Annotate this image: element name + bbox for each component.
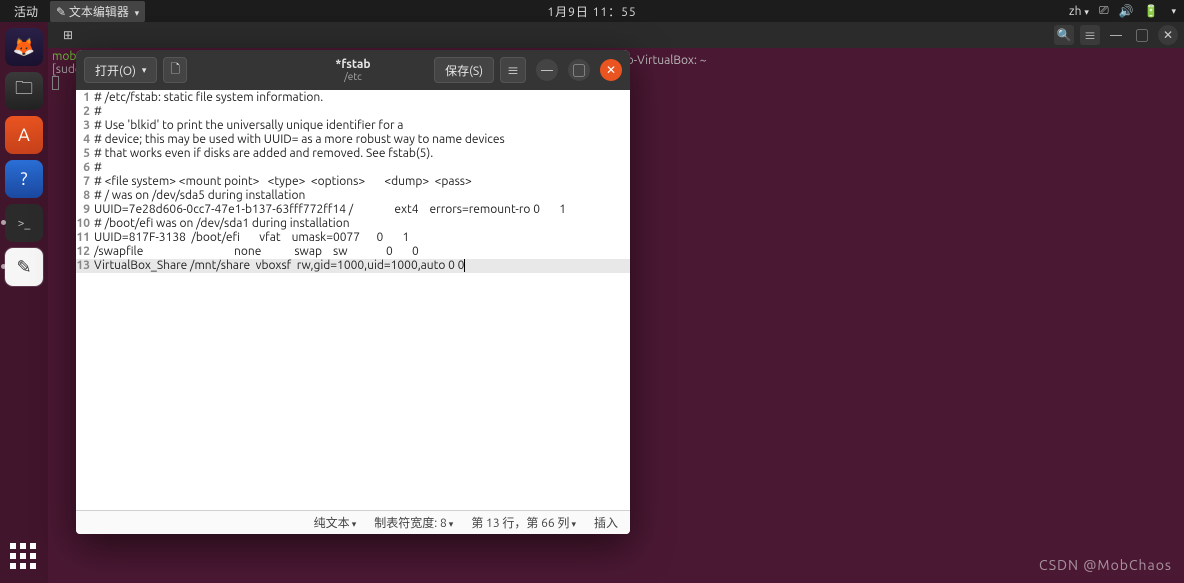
line-text: # <file system> <mount point> <type> <op… — [94, 175, 630, 189]
line-text: UUID=7e28d606-0cc7-47e1-b137-63fff772ff1… — [94, 203, 630, 217]
gedit-headerbar: 打开(O) ▾ 🗋 *fstab /etc 保存(S) ≡ — ▢ ✕ — [76, 50, 630, 90]
minimize-button[interactable]: — — [1106, 25, 1126, 45]
editor-line[interactable]: 6# — [76, 161, 630, 175]
line-text: UUID=817F-3138 /boot/efi vfat umask=0077… — [94, 231, 630, 245]
editor-line[interactable]: 1# /etc/fstab: static file system inform… — [76, 91, 630, 105]
line-text: # that works even if disks are added and… — [94, 147, 630, 161]
activities-button[interactable]: 活动 — [8, 1, 44, 22]
chevron-down-icon: ▾ — [135, 8, 140, 18]
editor-line[interactable]: 10# /boot/efi was on /dev/sda1 during in… — [76, 217, 630, 231]
editor-line[interactable]: 13VirtualBox_Share /mnt/share vboxsf rw,… — [76, 259, 630, 273]
open-button[interactable]: 打开(O) ▾ — [84, 57, 157, 83]
dock-app-firefox[interactable]: 🦊 — [5, 28, 43, 66]
hamburger-icon[interactable]: ≡ — [1080, 25, 1100, 45]
save-button[interactable]: 保存(S) — [434, 57, 494, 83]
line-text: # /etc/fstab: static file system informa… — [94, 91, 630, 105]
dock-app-terminal[interactable] — [5, 204, 43, 242]
search-icon[interactable]: 🔍 — [1054, 25, 1074, 45]
line-text: # — [94, 161, 630, 175]
editor-line[interactable]: 11UUID=817F-3138 /boot/efi vfat umask=00… — [76, 231, 630, 245]
hamburger-menu-button[interactable]: ≡ — [500, 57, 526, 83]
insert-mode[interactable]: 插入 — [594, 514, 618, 531]
editor-line[interactable]: 5# that works even if disks are added an… — [76, 147, 630, 161]
line-text: /swapfile none swap sw 0 0 — [94, 245, 630, 259]
line-number: 10 — [76, 217, 94, 231]
app-menu[interactable]: ✎ 文本编辑器 ▾ — [50, 1, 145, 22]
line-number: 9 — [76, 203, 94, 217]
network-icon[interactable]: ⎚ — [1099, 4, 1109, 18]
dock-app-text-editor[interactable]: ✎ — [5, 248, 43, 286]
line-number: 11 — [76, 231, 94, 245]
line-text: # — [94, 105, 630, 119]
editor-area[interactable]: 1# /etc/fstab: static file system inform… — [76, 90, 630, 510]
close-button[interactable]: ✕ — [1158, 25, 1178, 45]
line-number: 12 — [76, 245, 94, 259]
dock: 🦊 🗀 A ? ✎ — [0, 22, 48, 583]
battery-icon[interactable]: 🔋 — [1144, 4, 1159, 18]
editor-line[interactable]: 4# device; this may be used with UUID= a… — [76, 133, 630, 147]
line-text: # Use 'blkid' to print the universally u… — [94, 119, 630, 133]
dock-app-help[interactable]: ? — [5, 160, 43, 198]
line-number: 5 — [76, 147, 94, 161]
text-editor-icon: ✎ — [56, 6, 66, 19]
window-maximize-button[interactable]: ▢ — [568, 59, 590, 81]
line-number: 2 — [76, 105, 94, 119]
syntax-mode-selector[interactable]: 纯文本 — [314, 514, 357, 531]
line-number: 3 — [76, 119, 94, 133]
maximize-button[interactable]: ▢ — [1132, 25, 1152, 45]
line-number: 1 — [76, 91, 94, 105]
window-close-button[interactable]: ✕ — [600, 59, 622, 81]
document-title: *fstab — [335, 58, 370, 71]
document-path: /etc — [335, 71, 370, 82]
system-menu[interactable]: ▾ — [1171, 6, 1176, 17]
terminal-cursor — [52, 76, 59, 90]
line-number: 7 — [76, 175, 94, 189]
line-number: 4 — [76, 133, 94, 147]
editor-line[interactable]: 7# <file system> <mount point> <type> <o… — [76, 175, 630, 189]
line-number: 8 — [76, 189, 94, 203]
line-text: # /boot/efi was on /dev/sda1 during inst… — [94, 217, 630, 231]
line-text: # / was on /dev/sda5 during installation — [94, 189, 630, 203]
dock-app-files[interactable]: 🗀 — [5, 72, 43, 110]
cursor-position[interactable]: 第 13 行，第 66 列 — [471, 514, 576, 531]
gedit-window: 打开(O) ▾ 🗋 *fstab /etc 保存(S) ≡ — ▢ ✕ 1# /… — [76, 50, 630, 534]
line-text: VirtualBox_Share /mnt/share vboxsf rw,gi… — [94, 259, 630, 273]
editor-line[interactable]: 3# Use 'blkid' to print the universally … — [76, 119, 630, 133]
input-source[interactable]: zh▾ — [1069, 5, 1089, 18]
line-number: 13 — [76, 259, 94, 273]
line-number: 6 — [76, 161, 94, 175]
volume-icon[interactable]: 🔊 — [1119, 4, 1134, 18]
status-bar: 纯文本 制表符宽度: 8 第 13 行，第 66 列 插入 — [76, 510, 630, 534]
gedit-title: *fstab /etc — [335, 58, 370, 82]
editor-line[interactable]: 12/swapfile none swap sw 0 0 — [76, 245, 630, 259]
show-applications-button[interactable] — [10, 543, 38, 571]
clock[interactable]: 1月9日 11：55 — [547, 3, 636, 20]
dock-app-software[interactable]: A — [5, 116, 43, 154]
text-cursor — [464, 259, 465, 272]
tab-width-selector[interactable]: 制表符宽度: 8 — [374, 514, 453, 531]
chevron-down-icon: ▾ — [142, 65, 147, 76]
open-button-label: 打开(O) — [95, 62, 136, 79]
editor-line[interactable]: 8# / was on /dev/sda5 during installatio… — [76, 189, 630, 203]
watermark: CSDN @MobChaos — [1039, 557, 1172, 573]
terminal-new-tab-button[interactable]: ⊞ — [58, 25, 78, 45]
line-text: # device; this may be used with UUID= as… — [94, 133, 630, 147]
editor-line[interactable]: 9UUID=7e28d606-0cc7-47e1-b137-63fff772ff… — [76, 203, 630, 217]
window-minimize-button[interactable]: — — [536, 59, 558, 81]
editor-line[interactable]: 2# — [76, 105, 630, 119]
top-panel: 活动 ✎ 文本编辑器 ▾ 1月9日 11：55 zh▾ ⎚ 🔊 🔋 ▾ — [0, 0, 1184, 22]
app-menu-label: 文本编辑器 — [69, 6, 129, 19]
new-document-button[interactable]: 🗋 — [163, 57, 187, 83]
